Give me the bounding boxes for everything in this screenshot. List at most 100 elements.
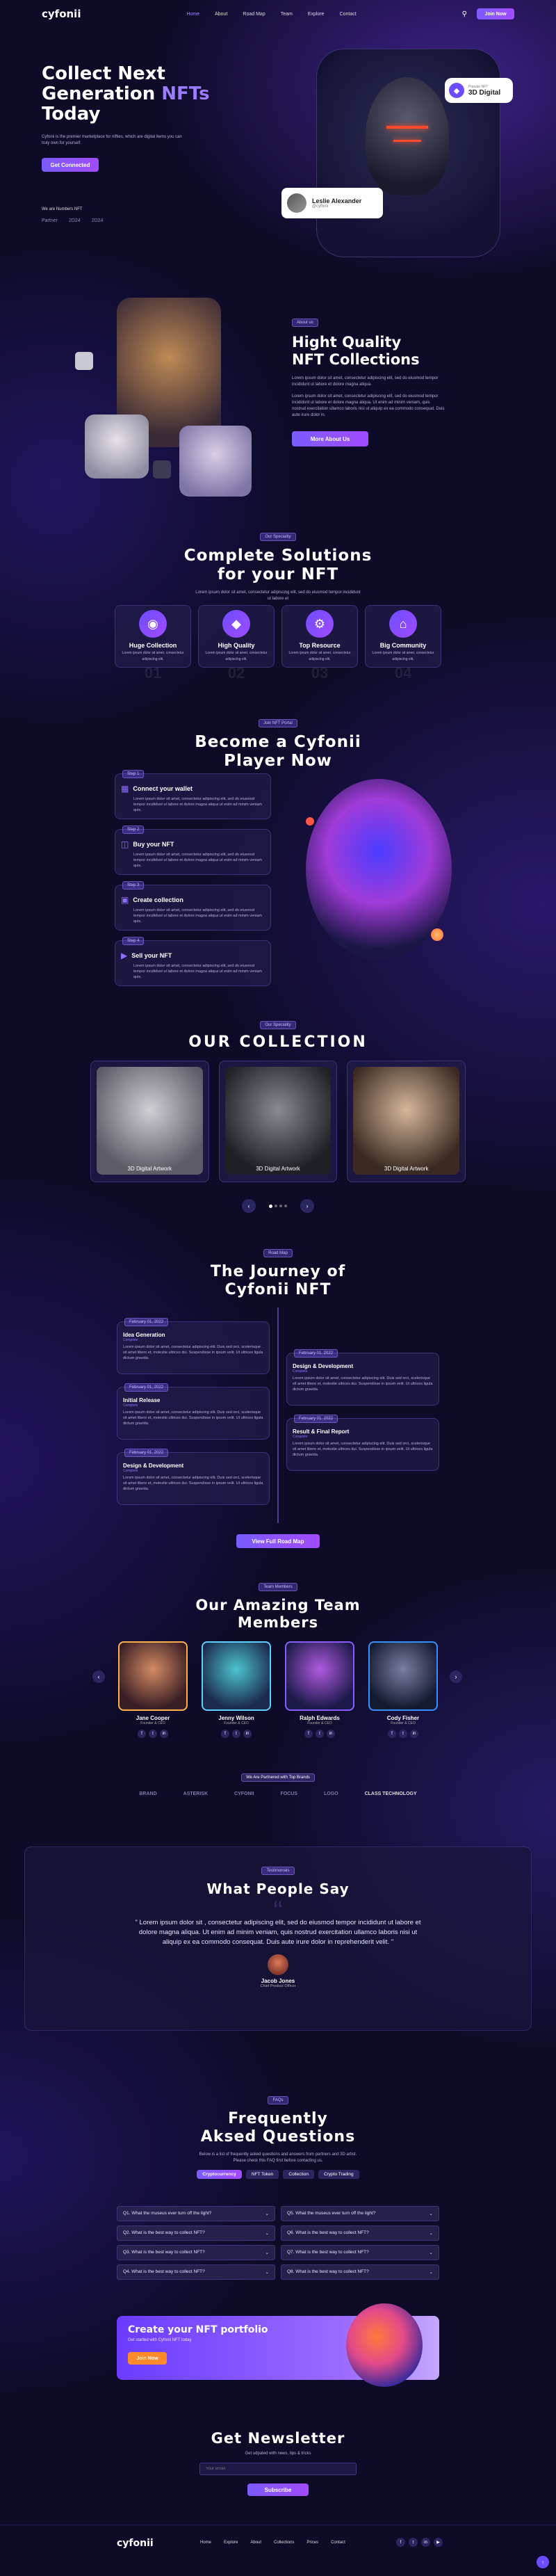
carousel-dot[interactable]: [269, 1204, 272, 1208]
facebook-icon[interactable]: f: [396, 2538, 405, 2547]
carousel-dot[interactable]: [284, 1204, 287, 1207]
cta-join-button[interactable]: Join Now: [128, 2352, 167, 2365]
step-title: Sell your NFT: [131, 952, 172, 959]
team-member[interactable]: Cody Fisher Founder & CEO f t in: [368, 1641, 438, 1738]
quote-icon: “: [273, 1896, 283, 1926]
footer-link[interactable]: Contact: [331, 2541, 345, 2545]
youtube-icon[interactable]: ▶: [434, 2538, 443, 2547]
chevron-down-icon: ⌄: [429, 2251, 433, 2255]
nav-about[interactable]: About: [215, 12, 227, 17]
roadmap-title: Design & Development: [293, 1363, 354, 1369]
twitter-icon[interactable]: t: [232, 1730, 240, 1738]
email-field[interactable]: [199, 2463, 357, 2475]
roadmap-date: February 01, 2022: [124, 1449, 169, 1457]
subscribe-button[interactable]: Subscribe: [247, 2484, 309, 2496]
footer-logo[interactable]: cyfonii: [117, 2538, 154, 2549]
faq-question[interactable]: Q7. What is the best way to collect NFT?…: [281, 2245, 439, 2260]
team-member[interactable]: Jenny Wilson Founder & CEO f t in: [202, 1641, 271, 1738]
faq-question[interactable]: Q8. What is the best way to collect NFT?…: [281, 2264, 439, 2280]
faq-question[interactable]: Q4. What is the best way to collect NFT?…: [117, 2264, 275, 2280]
get-connected-button[interactable]: Get Connected: [42, 158, 99, 172]
step-card[interactable]: Step 4 ▶ Sell your NFT Lorem ipsum dolor …: [115, 937, 271, 986]
testimonial-section: Testimonials What People Say “ " Lorem i…: [24, 1846, 532, 2031]
footer-link[interactable]: About: [250, 2541, 261, 2545]
brand-logo: LOGO: [323, 1792, 338, 1796]
next-arrow-icon[interactable]: ›: [300, 1199, 314, 1213]
more-about-button[interactable]: More About Us: [292, 431, 368, 446]
collection-card[interactable]: 3D Digital Artwork: [218, 1061, 338, 1182]
twitter-icon[interactable]: t: [316, 1730, 324, 1738]
faq-tab-collection[interactable]: Collection: [283, 2170, 314, 2179]
faq-question[interactable]: Q3. What is the best way to collect NFT?…: [117, 2245, 275, 2260]
step-card[interactable]: Step 3 ▣ Create collection Lorem ipsum do…: [115, 881, 271, 931]
linkedin-icon[interactable]: in: [243, 1730, 252, 1738]
step-text: Lorem ipsum dolor sit amet, consectetur …: [133, 908, 262, 924]
footer-link[interactable]: Explore: [224, 2541, 238, 2545]
carousel-dot[interactable]: [275, 1204, 277, 1207]
linkedin-icon[interactable]: in: [327, 1730, 335, 1738]
nav-home[interactable]: Home: [186, 12, 199, 17]
nav-contact[interactable]: Contact: [340, 12, 357, 17]
member-name: Cody Fisher: [386, 1715, 420, 1721]
footer-social: f t in ▶: [396, 2538, 443, 2547]
footer-link[interactable]: Prices: [306, 2541, 318, 2545]
team-member[interactable]: Ralph Edwards Founder & CEO f t in: [285, 1641, 354, 1738]
member-name: Jane Cooper: [136, 1715, 170, 1721]
team-header: Team Members Our Amazing Team Members: [0, 1579, 556, 1632]
step-card[interactable]: Step 2 ◫ Buy your NFT Lorem ipsum dolor s…: [115, 826, 271, 875]
collection-icon: ◉: [139, 610, 167, 638]
nav-team[interactable]: Team: [281, 12, 293, 17]
solution-card[interactable]: ◉ Huge Collection Lorem ipsum dolor sit …: [115, 605, 191, 682]
twitter-icon[interactable]: t: [409, 2538, 418, 2547]
nav-explore[interactable]: Explore: [308, 12, 325, 17]
twitter-icon[interactable]: t: [399, 1730, 407, 1738]
step-text: Lorem ipsum dolor sit amet, consectetur …: [133, 853, 262, 868]
team-member[interactable]: Jane Cooper Founder & CEO f t in: [118, 1641, 188, 1738]
linkedin-icon[interactable]: in: [421, 2538, 430, 2547]
question-text: Q5. What the museus ever turn off the li…: [287, 2211, 376, 2216]
steps-list: Step 1 ▦ Connect your wallet Lorem ipsum …: [115, 770, 271, 986]
view-roadmap-button[interactable]: View Full Road Map: [236, 1534, 320, 1548]
linkedin-icon[interactable]: in: [160, 1730, 168, 1738]
team-title-1: Our Amazing Team: [195, 1597, 361, 1613]
scroll-top-icon[interactable]: ↑: [537, 2556, 549, 2568]
roadmap-text: Lorem ipsum dolor sit amet, consectetur …: [123, 1345, 263, 1360]
facebook-icon[interactable]: f: [304, 1730, 313, 1738]
faq-question[interactable]: Q2. What is the best way to collect NFT?…: [117, 2225, 275, 2241]
step-card[interactable]: Step 1 ▦ Connect your wallet Lorem ipsum …: [115, 770, 271, 819]
faq-tab-crypto-trading[interactable]: Crypto Trading: [318, 2170, 359, 2179]
next-arrow-icon[interactable]: ›: [450, 1671, 462, 1683]
question-text: Q4. What is the best way to collect NFT?: [123, 2269, 205, 2274]
step-label: Step 3: [122, 881, 145, 889]
prev-arrow-icon[interactable]: ‹: [92, 1671, 105, 1683]
facebook-icon[interactable]: f: [388, 1730, 396, 1738]
faq-question[interactable]: Q6. What is the best way to collect NFT?…: [281, 2225, 439, 2241]
twitter-icon[interactable]: t: [149, 1730, 157, 1738]
nav-roadmap[interactable]: Road Map: [243, 12, 265, 17]
faq-question[interactable]: Q1. What the museus ever turn off the li…: [117, 2206, 275, 2221]
logo[interactable]: cyfonii: [42, 8, 81, 20]
facebook-icon[interactable]: f: [138, 1730, 146, 1738]
solution-card[interactable]: ◆ High Quality Lorem ipsum dolor sit ame…: [198, 605, 275, 682]
prev-arrow-icon[interactable]: ‹: [242, 1199, 256, 1213]
join-now-button[interactable]: Join Now: [477, 8, 514, 19]
solution-card[interactable]: ⚙ Top Resource Lorem ipsum dolor sit ame…: [281, 605, 358, 682]
search-icon[interactable]: ⚲: [462, 10, 467, 18]
roadmap-left: February 01, 2022 Idea Generation Comple…: [117, 1318, 270, 1505]
footer-link[interactable]: Collections: [274, 2541, 294, 2545]
linkedin-icon[interactable]: in: [410, 1730, 418, 1738]
solution-card[interactable]: ⌂ Big Community Lorem ipsum dolor sit am…: [365, 605, 441, 682]
artwork-image: [353, 1067, 460, 1175]
chevron-down-icon: ⌄: [265, 2251, 269, 2255]
carousel-dot[interactable]: [279, 1204, 282, 1207]
footer-link[interactable]: Home: [200, 2541, 211, 2545]
collection-card[interactable]: 3D Digital Artwork: [347, 1061, 466, 1182]
faq-tab-cryptocurrency[interactable]: Cryptocurrency: [197, 2170, 242, 2179]
collection-card[interactable]: 3D Digital Artwork: [90, 1061, 209, 1182]
hero-title-highlight: NFTs: [161, 83, 210, 104]
facebook-icon[interactable]: f: [221, 1730, 229, 1738]
roadmap-status: Complete: [293, 1369, 308, 1374]
faq-question[interactable]: Q5. What the museus ever turn off the li…: [281, 2206, 439, 2221]
member-role: Founder & CEO: [307, 1721, 332, 1725]
faq-tab-nft-token[interactable]: NFT Token: [245, 2170, 279, 2179]
